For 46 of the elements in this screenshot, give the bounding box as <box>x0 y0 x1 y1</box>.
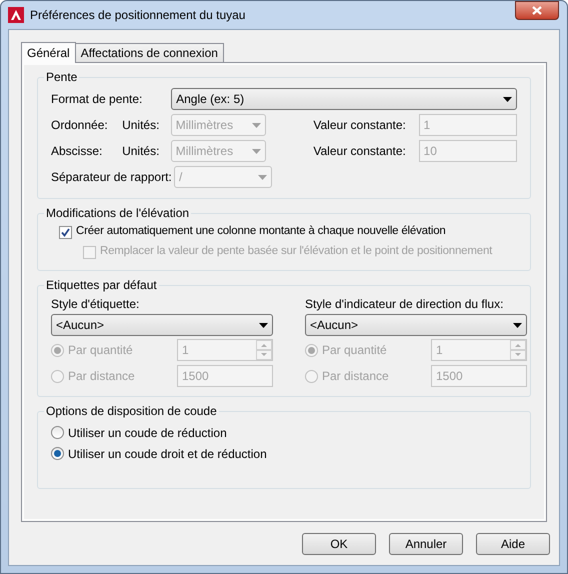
tab[interactable]: Affectations de connexion <box>74 43 224 62</box>
caret-icon <box>513 322 522 328</box>
field-label: Valeur constante: <box>313 117 407 134</box>
group-title: Options de disposition de coude <box>45 403 218 420</box>
dialog-button[interactable]: Annuler <box>389 533 463 555</box>
field-label: Abscisse: <box>51 143 104 160</box>
field-label: Style d'étiquette: <box>51 296 140 313</box>
caret-icon <box>258 174 267 180</box>
close-button[interactable] <box>515 1 559 20</box>
field-label: Unités: <box>122 117 160 134</box>
radio-button[interactable] <box>51 447 64 460</box>
radio-label: Par distance <box>322 368 389 385</box>
checkbox[interactable] <box>59 226 72 238</box>
field-label: Style d'indicateur de direction du flux: <box>305 296 504 313</box>
radio-label: Utiliser un coude de réduction <box>68 424 227 442</box>
tab[interactable]: Général <box>21 42 76 63</box>
field-label: Séparateur de rapport: <box>51 169 173 186</box>
checkbox-label: Remplacer la valeur de pente basée sur l'élévation et le point de positionnement <box>100 244 492 260</box>
group-title: Modifications de l'élévation <box>45 205 190 222</box>
caret-icon <box>252 122 262 128</box>
app-logo-icon <box>8 7 24 23</box>
group-title: Etiquettes par défaut <box>45 277 158 294</box>
dropdown[interactable]: <Aucun> <box>305 314 527 336</box>
field-label: Unités: <box>122 143 160 160</box>
dropdown[interactable]: Angle (ex: 5) <box>171 88 517 110</box>
radio-label: Utiliser un coude droit et de réduction <box>68 446 267 462</box>
caret-icon <box>503 96 512 102</box>
checkmark-icon <box>61 228 70 236</box>
field-label: Ordonnée: <box>51 117 109 134</box>
spinner-arrows-icon <box>510 340 526 360</box>
field-label: Valeur constante: <box>313 143 407 160</box>
radio-button[interactable] <box>51 426 64 439</box>
window-title: Préférences de positionnement du tuyau <box>30 7 246 24</box>
dropdown[interactable]: <Aucun> <box>51 314 273 336</box>
group-title: Pente <box>45 69 78 86</box>
close-icon <box>532 6 542 15</box>
radio-label: Par quantité <box>322 342 387 359</box>
field-label: Format de pente: <box>51 91 144 108</box>
dialog-button[interactable]: OK <box>302 533 376 555</box>
caret-icon <box>252 148 262 154</box>
radio-label: Par distance <box>68 368 135 385</box>
spinner-arrows-icon <box>256 340 272 360</box>
dialog-button[interactable]: Aide <box>476 533 550 555</box>
caret-icon <box>259 322 268 328</box>
checkbox-label: Créer automatiquement une colonne montante à chaque nouvelle élévation <box>76 224 446 240</box>
radio-label: Par quantité <box>68 342 133 359</box>
